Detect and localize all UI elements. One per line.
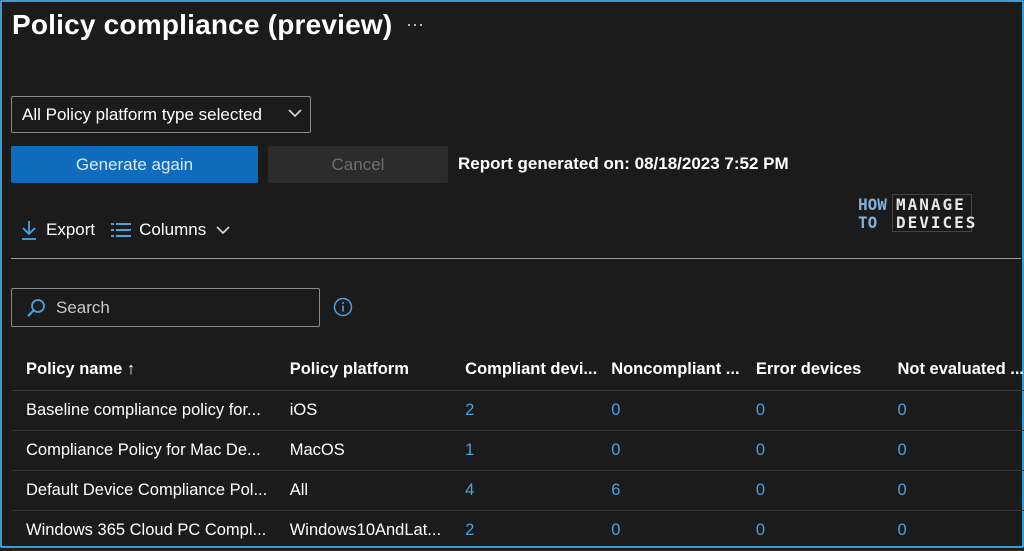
cancel-button[interactable]: Cancel: [268, 146, 448, 183]
column-header-error-devices[interactable]: Error devices: [741, 348, 884, 391]
policy-name-cell: Windows 365 Cloud PC Compl...: [12, 510, 276, 551]
page-title: Policy compliance (preview): [12, 9, 393, 40]
policy-platform-cell: All: [275, 470, 452, 511]
logo-how-text: HOW TO: [858, 195, 887, 232]
policy-name-cell: Compliance Policy for Mac De...: [12, 430, 276, 471]
compliant-count-link[interactable]: 1: [451, 430, 598, 471]
logo-manage-text: MANAGE DEVICES: [896, 195, 978, 232]
not-evaluated-count-link[interactable]: 0: [883, 470, 1024, 511]
toolbar-divider: [11, 258, 1021, 259]
noncompliant-count-link[interactable]: 0: [597, 390, 742, 431]
table-row[interactable]: Windows 365 Cloud PC Compl... Windows10A…: [12, 510, 1024, 551]
more-options-icon[interactable]: ···: [406, 14, 424, 35]
compliant-count-link[interactable]: 4: [451, 470, 598, 511]
download-icon: [22, 221, 36, 240]
column-header-not-evaluated[interactable]: Not evaluated ...: [883, 348, 1024, 391]
policy-name-cell: Default Device Compliance Pol...: [12, 470, 276, 511]
table-header-row: Policy name ↑ Policy platform Compliant …: [12, 348, 1024, 391]
not-evaluated-count-link[interactable]: 0: [883, 390, 1024, 431]
columns-label: Columns: [139, 220, 207, 239]
export-label: Export: [46, 220, 96, 239]
chevron-down-icon: [216, 226, 230, 235]
compliant-count-link[interactable]: 2: [451, 510, 598, 551]
table-row[interactable]: Baseline compliance policy for... iOS 2 …: [12, 390, 1024, 431]
info-icon[interactable]: [333, 297, 353, 317]
column-header-policy-name[interactable]: Policy name ↑: [12, 348, 276, 391]
table-row[interactable]: Default Device Compliance Pol... All 4 6…: [12, 470, 1024, 511]
report-generated-text: Report generated on: 08/18/2023 7:52 PM: [458, 154, 789, 173]
watermark-logo: HOW TO MANAGE DEVICES: [856, 190, 978, 240]
column-header-noncompliant-devices[interactable]: Noncompliant ...: [597, 348, 742, 391]
not-evaluated-count-link[interactable]: 0: [883, 510, 1024, 551]
error-count-link[interactable]: 0: [741, 510, 884, 551]
command-bar: Export Columns: [20, 220, 254, 240]
export-button[interactable]: Export: [20, 220, 95, 240]
noncompliant-count-link[interactable]: 6: [597, 470, 742, 511]
table-row[interactable]: Compliance Policy for Mac De... MacOS 1 …: [12, 430, 1024, 471]
column-header-compliant-devices[interactable]: Compliant devi...: [451, 348, 598, 391]
platform-dropdown-value: All Policy platform type selected: [22, 104, 262, 124]
column-header-policy-platform[interactable]: Policy platform: [275, 348, 452, 391]
policy-platform-cell: Windows10AndLat...: [275, 510, 452, 551]
noncompliant-count-link[interactable]: 0: [597, 430, 742, 471]
search-icon: [27, 298, 45, 317]
error-count-link[interactable]: 0: [741, 390, 884, 431]
error-count-link[interactable]: 0: [741, 470, 884, 511]
search-placeholder: Search: [56, 297, 110, 317]
policy-compliance-table: Policy name ↑ Policy platform Compliant …: [12, 348, 1024, 551]
search-input[interactable]: Search: [11, 288, 320, 327]
chevron-down-icon: [288, 109, 302, 118]
noncompliant-count-link[interactable]: 0: [597, 510, 742, 551]
generate-again-button[interactable]: Generate again: [11, 146, 258, 183]
policy-platform-cell: MacOS: [275, 430, 452, 471]
compliant-count-link[interactable]: 2: [451, 390, 598, 431]
policy-platform-cell: iOS: [275, 390, 452, 431]
error-count-link[interactable]: 0: [741, 430, 884, 471]
columns-button[interactable]: Columns: [111, 220, 238, 240]
columns-list-icon: [111, 223, 132, 237]
not-evaluated-count-link[interactable]: 0: [883, 430, 1024, 471]
platform-type-dropdown[interactable]: All Policy platform type selected: [11, 96, 311, 133]
policy-name-cell: Baseline compliance policy for...: [12, 390, 276, 431]
